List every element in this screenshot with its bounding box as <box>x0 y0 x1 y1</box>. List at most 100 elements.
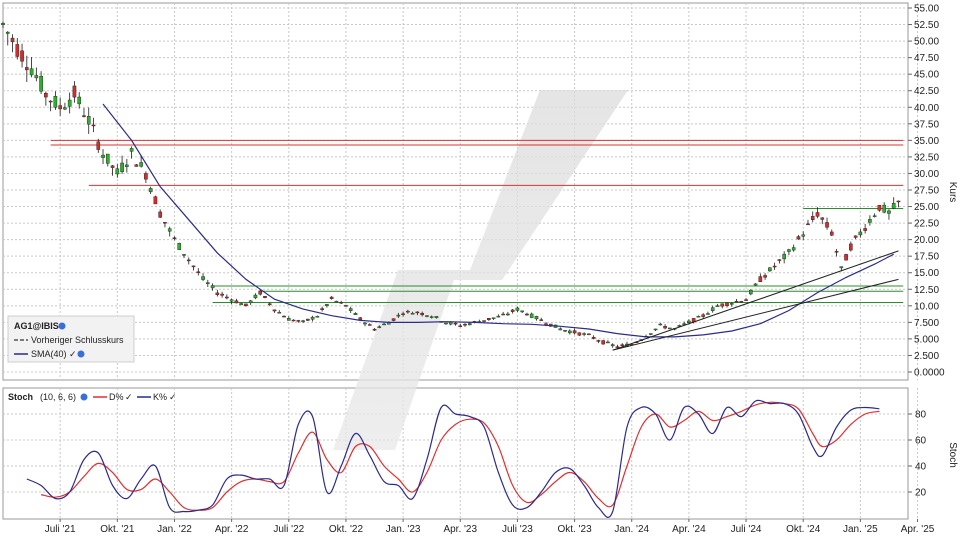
candle-body <box>58 105 62 110</box>
candle-body <box>648 333 653 335</box>
settings-icon[interactable] <box>80 393 88 401</box>
candle-body <box>577 332 582 336</box>
candle-body <box>834 251 839 253</box>
candle-body <box>267 303 272 305</box>
candle-body <box>129 148 134 152</box>
candle-body <box>520 310 524 313</box>
candle-body <box>701 314 705 317</box>
candle-body <box>610 344 615 347</box>
stock-chart: 0.0000 2.500 5.000 7.500 10.00 12.50 15.00 17.5… <box>1 2 958 535</box>
price-tick-label: 52.50 <box>914 20 939 31</box>
candle-body <box>86 116 91 125</box>
candle-body <box>91 124 96 127</box>
candle-body <box>810 216 815 220</box>
candle-body <box>244 303 248 306</box>
candle-body <box>706 313 710 315</box>
legend-sma: SMA(40) <box>31 349 67 359</box>
checkmark-icon[interactable]: ✓ <box>69 349 77 359</box>
x-tick-label: Jan. '24 <box>614 524 649 535</box>
candle-body <box>601 340 605 345</box>
candle-body <box>110 165 115 168</box>
price-legend: AG1@IBIS Vorheriger Schlusskurs SMA(40) … <box>7 315 135 363</box>
price-tick-label: 5.000 <box>914 334 939 345</box>
candle-body <box>558 328 563 331</box>
price-tick-label: 50.00 <box>914 37 939 48</box>
candle-body <box>191 265 196 268</box>
settings-icon[interactable] <box>77 350 85 358</box>
x-tick-label: Apr. '24 <box>672 524 706 535</box>
stoch-axis-title: Stoch <box>947 442 958 468</box>
candle-body <box>215 292 220 295</box>
candle-body <box>448 322 453 325</box>
candle-body <box>791 247 796 251</box>
candle-body <box>20 50 24 62</box>
price-tick-label: 20.00 <box>914 235 939 246</box>
candle-body <box>467 323 472 326</box>
candle-body <box>339 301 343 304</box>
candle-body <box>220 293 224 296</box>
candle-body <box>444 322 448 325</box>
candle-body <box>801 234 806 237</box>
candle-body <box>134 164 139 167</box>
price-tick-label: 0.0000 <box>914 368 945 379</box>
candle-body <box>653 328 658 331</box>
candle-body <box>696 315 701 318</box>
candle-body <box>663 326 667 329</box>
x-axis: Juli '21 Okt. '21 Jan. '22 Apr. '22 Juli '22… <box>45 519 935 535</box>
candle-body <box>753 283 758 286</box>
candle-body <box>177 242 182 250</box>
candle-body <box>777 259 782 261</box>
candle-body <box>144 173 148 180</box>
candle-body <box>353 313 358 316</box>
candle-body <box>896 200 901 203</box>
candle-body <box>582 333 586 335</box>
x-tick-label: Okt. '24 <box>786 524 821 535</box>
price-tick-label: 37.50 <box>914 119 939 130</box>
stoch-title: Stoch <box>8 392 33 402</box>
candle-body <box>529 313 534 318</box>
candle-body <box>877 205 882 211</box>
candle-body <box>105 153 110 164</box>
x-tick-label: Okt. '21 <box>100 524 135 535</box>
candle-body <box>787 249 791 252</box>
candle-body <box>710 307 715 311</box>
candle-body <box>587 333 591 336</box>
candle-body <box>115 168 120 175</box>
candle-body <box>272 309 277 312</box>
checkmark-icon[interactable]: ✓ <box>125 392 133 402</box>
candle-body <box>539 319 544 321</box>
candle-body <box>182 254 186 256</box>
candle-body <box>410 312 415 315</box>
x-tick-label: Jan. '23 <box>386 524 421 535</box>
price-tick-label: 2.500 <box>914 351 939 362</box>
candle-body <box>825 222 829 228</box>
legend-symbol: AG1@IBIS <box>14 321 59 331</box>
candle-body <box>806 223 810 226</box>
candle-body <box>872 215 877 217</box>
candle-body <box>201 276 205 280</box>
candle-body <box>15 44 20 57</box>
candle-body <box>139 162 143 167</box>
candle-body <box>67 99 72 107</box>
x-tick-label: Juli '21 <box>45 524 76 535</box>
candle-body <box>891 202 896 209</box>
candle-body <box>506 313 510 316</box>
candle-body <box>796 236 801 240</box>
candle-body <box>44 92 48 98</box>
candle-body <box>315 316 320 318</box>
candle-body <box>487 318 491 320</box>
settings-icon[interactable] <box>58 322 66 330</box>
candle-body <box>739 301 744 303</box>
price-tick-label: 55.00 <box>914 4 939 15</box>
price-axis-title: Kurs <box>947 182 958 203</box>
candle-body <box>53 96 58 108</box>
candle-body <box>725 302 729 306</box>
candle-body <box>382 323 386 326</box>
candle-body <box>839 266 844 269</box>
candle-body <box>458 325 463 328</box>
checkmark-icon[interactable]: ✓ <box>169 392 177 402</box>
candle-body <box>620 344 625 346</box>
candle-body <box>29 68 34 76</box>
legend-k: K% <box>153 392 167 402</box>
candle-body <box>120 162 124 172</box>
